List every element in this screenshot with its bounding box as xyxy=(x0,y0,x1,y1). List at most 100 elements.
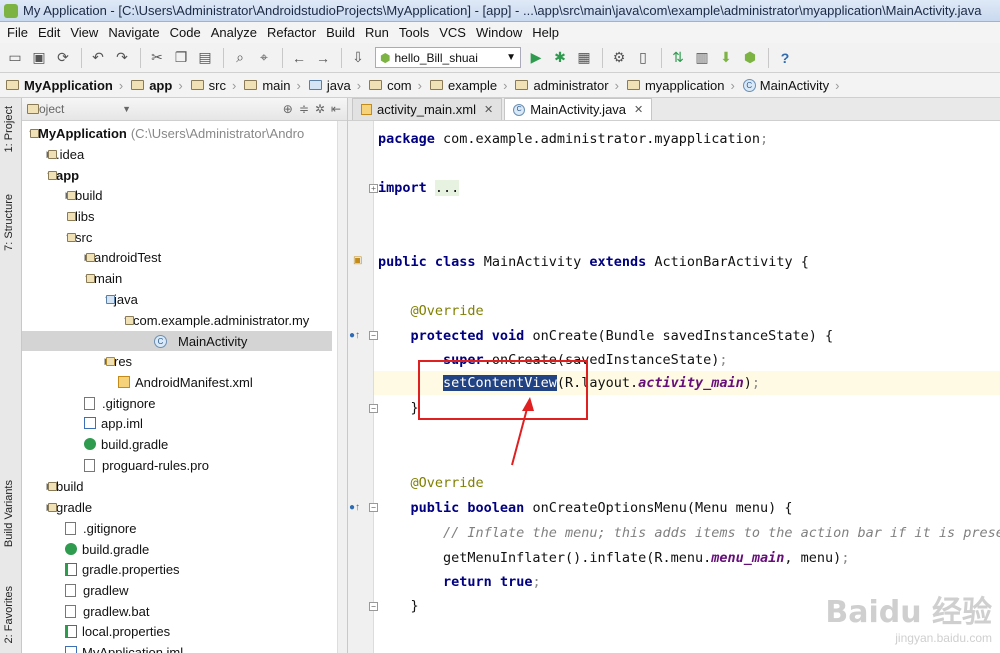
breadcrumb-item[interactable]: MyApplication › xyxy=(6,78,131,93)
cut-icon[interactable]: ✂ xyxy=(146,47,168,69)
tree-item[interactable]: ▶build xyxy=(22,476,332,496)
project-scrollbar[interactable] xyxy=(337,121,347,653)
paste-icon[interactable]: ▤ xyxy=(194,47,216,69)
replace-icon[interactable]: ⌖ xyxy=(253,47,275,69)
android-monitor-icon[interactable]: ⬢ xyxy=(739,47,761,69)
run-icon[interactable]: ▶ xyxy=(525,47,547,69)
fold-end-icon[interactable]: − xyxy=(369,404,378,413)
breadcrumb-item[interactable]: com › xyxy=(369,78,430,93)
override-method-icon[interactable]: ●↑ xyxy=(349,502,360,513)
tab-project[interactable]: 1: Project xyxy=(3,106,15,152)
tree-item[interactable]: ▶res xyxy=(22,351,332,371)
breadcrumb-item[interactable]: src › xyxy=(190,78,245,93)
open-icon[interactable]: ▭ xyxy=(4,47,26,69)
tree-item[interactable]: .gitignore xyxy=(22,518,332,538)
tab-structure[interactable]: 7: Structure xyxy=(3,194,15,251)
close-icon[interactable]: ✕ xyxy=(484,103,493,116)
debug-icon[interactable]: ✱ xyxy=(549,47,571,69)
tree-item[interactable]: ▶build xyxy=(22,185,332,205)
menu-view[interactable]: View xyxy=(65,25,103,40)
sdk-manager-icon[interactable]: ⬇ xyxy=(715,47,737,69)
tree-item[interactable]: ▶.idea xyxy=(22,144,332,164)
tree-item[interactable]: ▶gradle xyxy=(22,497,332,517)
menu-help[interactable]: Help xyxy=(527,25,564,40)
fold-collapse-icon[interactable]: − xyxy=(369,503,378,512)
breadcrumb-item[interactable]: java › xyxy=(308,78,369,93)
breadcrumb-label: app xyxy=(149,77,173,93)
help-icon[interactable]: ? xyxy=(774,47,796,69)
tab-activity-main-xml[interactable]: activity_main.xml ✕ xyxy=(352,98,503,120)
breadcrumb-item[interactable]: C MainActivity › xyxy=(742,78,848,93)
fold-end-icon[interactable]: − xyxy=(369,602,378,611)
code-line-package: package com.example.administrator.myappl… xyxy=(378,131,769,147)
tree-item-selected[interactable]: C MainActivity xyxy=(22,331,332,351)
hide-icon[interactable]: ⇤ xyxy=(331,102,341,116)
save-icon[interactable]: ▣ xyxy=(28,47,50,69)
tree-item[interactable]: ▼com.example.administrator.my xyxy=(22,310,332,330)
menu-build[interactable]: Build xyxy=(321,25,360,40)
tree-item[interactable]: gradlew xyxy=(22,580,332,600)
menu-vcs[interactable]: VCS xyxy=(434,25,471,40)
tree-item[interactable]: ▼app xyxy=(22,165,332,185)
menu-edit[interactable]: Edit xyxy=(33,25,65,40)
source-folder-icon xyxy=(106,294,115,304)
tree-item[interactable]: libs xyxy=(22,206,332,226)
forward-icon[interactable]: → xyxy=(312,47,334,69)
tree-item[interactable]: ▼main xyxy=(22,268,332,288)
breadcrumb-item[interactable]: example › xyxy=(429,78,515,93)
code-line-inflate: getMenuInflater().inflate(R.menu.menu_ma… xyxy=(443,550,850,566)
menu-navigate[interactable]: Navigate xyxy=(103,25,164,40)
folder-icon xyxy=(626,80,640,90)
undo-icon[interactable]: ↶ xyxy=(87,47,109,69)
close-icon[interactable]: ✕ xyxy=(634,103,643,116)
avd-manager-icon[interactable]: ▯ xyxy=(632,47,654,69)
tab-build-variants[interactable]: Build Variants xyxy=(3,480,15,547)
tree-item[interactable]: gradlew.bat xyxy=(22,601,332,621)
tree-item[interactable]: ▼java xyxy=(22,289,332,309)
back-icon[interactable]: ← xyxy=(288,47,310,69)
find-icon[interactable]: ⌕ xyxy=(229,47,251,69)
tab-mainactivity-java[interactable]: C MainActivity.java ✕ xyxy=(504,98,653,120)
import-fold[interactable]: ... xyxy=(434,180,460,196)
project-structure-icon[interactable]: ⚙ xyxy=(608,47,630,69)
tree-item[interactable]: ▶androidTest xyxy=(22,247,332,267)
tree-item[interactable]: ▼src xyxy=(22,227,332,247)
collapse-all-icon[interactable]: ≑ xyxy=(299,102,309,116)
menu-file[interactable]: File xyxy=(2,25,33,40)
tree-item[interactable]: MyApplication.iml xyxy=(22,642,332,653)
tree-item[interactable]: local.properties xyxy=(22,621,332,641)
menu-refactor[interactable]: Refactor xyxy=(262,25,321,40)
breadcrumb-item[interactable]: main › xyxy=(244,78,309,93)
menu-run[interactable]: Run xyxy=(360,25,394,40)
fold-expand-icon[interactable]: + xyxy=(369,184,378,193)
sync-icon[interactable]: ⟳ xyxy=(52,47,74,69)
menu-window[interactable]: Window xyxy=(471,25,527,40)
copy-icon[interactable]: ❐ xyxy=(170,47,192,69)
breadcrumb-item[interactable]: myapplication › xyxy=(626,78,743,93)
tree-item[interactable]: proguard-rules.pro xyxy=(22,455,332,475)
attach-debugger-icon[interactable]: ▦ xyxy=(573,47,595,69)
tab-favorites[interactable]: 2: Favorites xyxy=(3,586,15,643)
breadcrumb-item[interactable]: app › xyxy=(131,78,190,93)
project-view-select[interactable]: Project ▼ xyxy=(27,100,131,118)
device-monitor-icon[interactable]: ▥ xyxy=(691,47,713,69)
tree-item[interactable]: AndroidManifest.xml xyxy=(22,372,332,392)
tree-item[interactable]: gradle.properties xyxy=(22,559,332,579)
breadcrumb-item[interactable]: administrator › xyxy=(515,78,626,93)
tree-item[interactable]: .gitignore xyxy=(22,393,332,413)
tree-item[interactable]: build.gradle xyxy=(22,539,332,559)
settings-icon[interactable]: ✲ xyxy=(315,102,325,116)
run-config-select[interactable]: ⬢ hello_Bill_shuai ▼ xyxy=(375,47,521,68)
tree-item[interactable]: ▼MyApplication(C:\Users\Administrator\An… xyxy=(22,123,332,143)
tree-item[interactable]: build.gradle xyxy=(22,434,332,454)
override-method-icon[interactable]: ●↑ xyxy=(349,330,360,341)
menu-code[interactable]: Code xyxy=(165,25,206,40)
sync-gradle-icon[interactable]: ⇅ xyxy=(667,47,689,69)
tree-item[interactable]: app.iml xyxy=(22,413,332,433)
redo-icon[interactable]: ↷ xyxy=(111,47,133,69)
menu-analyze[interactable]: Analyze xyxy=(206,25,262,40)
scroll-from-source-icon[interactable]: ⊕ xyxy=(283,102,293,116)
menu-tools[interactable]: Tools xyxy=(394,25,434,40)
make-project-icon[interactable]: ⇩ xyxy=(347,47,369,69)
fold-collapse-icon[interactable]: − xyxy=(369,331,378,340)
